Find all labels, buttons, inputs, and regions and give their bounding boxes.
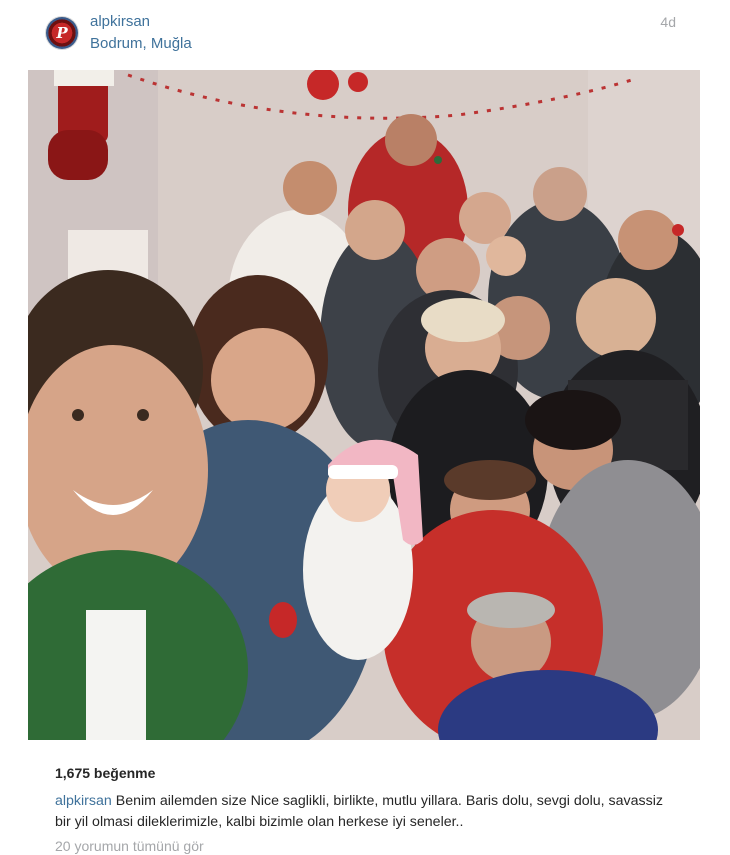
location-link[interactable]: Bodrum, Muğla (90, 35, 192, 52)
avatar-letter: P (56, 24, 68, 42)
post-timestamp: 4d (660, 14, 676, 30)
caption-username-link[interactable]: alpkirsan (55, 793, 112, 809)
view-comments-link[interactable]: 20 yorumun tümünü gör (55, 838, 204, 854)
caption-text: Benim ailemden size Nice saglikli, birli… (55, 793, 663, 830)
post-card: P alpkirsan Bodrum, Muğla 4d 1,675 beğen… (28, 0, 700, 855)
post-header: P alpkirsan Bodrum, Muğla 4d (28, 0, 700, 70)
post-photo[interactable] (28, 70, 700, 740)
avatar[interactable]: P (46, 17, 78, 49)
post-caption: alpkirsan Benim ailemden size Nice sagli… (55, 791, 675, 833)
username-link[interactable]: alpkirsan (90, 13, 150, 30)
likes-count[interactable]: 1,675 beğenme (55, 765, 155, 781)
